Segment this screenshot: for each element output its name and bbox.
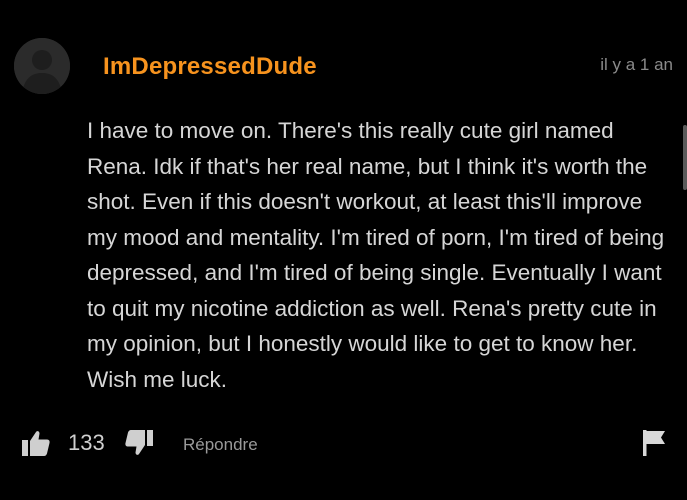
thumbs-up-icon[interactable] — [22, 430, 50, 456]
user-silhouette-icon — [14, 38, 70, 94]
comment-author[interactable]: ImDepressedDude — [103, 53, 317, 81]
thumbs-down-icon[interactable] — [125, 430, 153, 456]
scrollbar[interactable] — [683, 125, 687, 190]
comment-text: I have to move on. There's this really c… — [87, 118, 665, 392]
like-count: 133 — [68, 430, 105, 455]
avatar[interactable] — [14, 38, 70, 94]
reply-button[interactable]: Répondre — [183, 435, 258, 455]
comment-actions: 133 Répondre — [22, 428, 667, 460]
flag-icon[interactable] — [643, 430, 667, 456]
comment-card: ImDepressedDude il y a 1 an I have to mo… — [0, 0, 687, 500]
comment-timestamp: il y a 1 an — [600, 55, 673, 74]
